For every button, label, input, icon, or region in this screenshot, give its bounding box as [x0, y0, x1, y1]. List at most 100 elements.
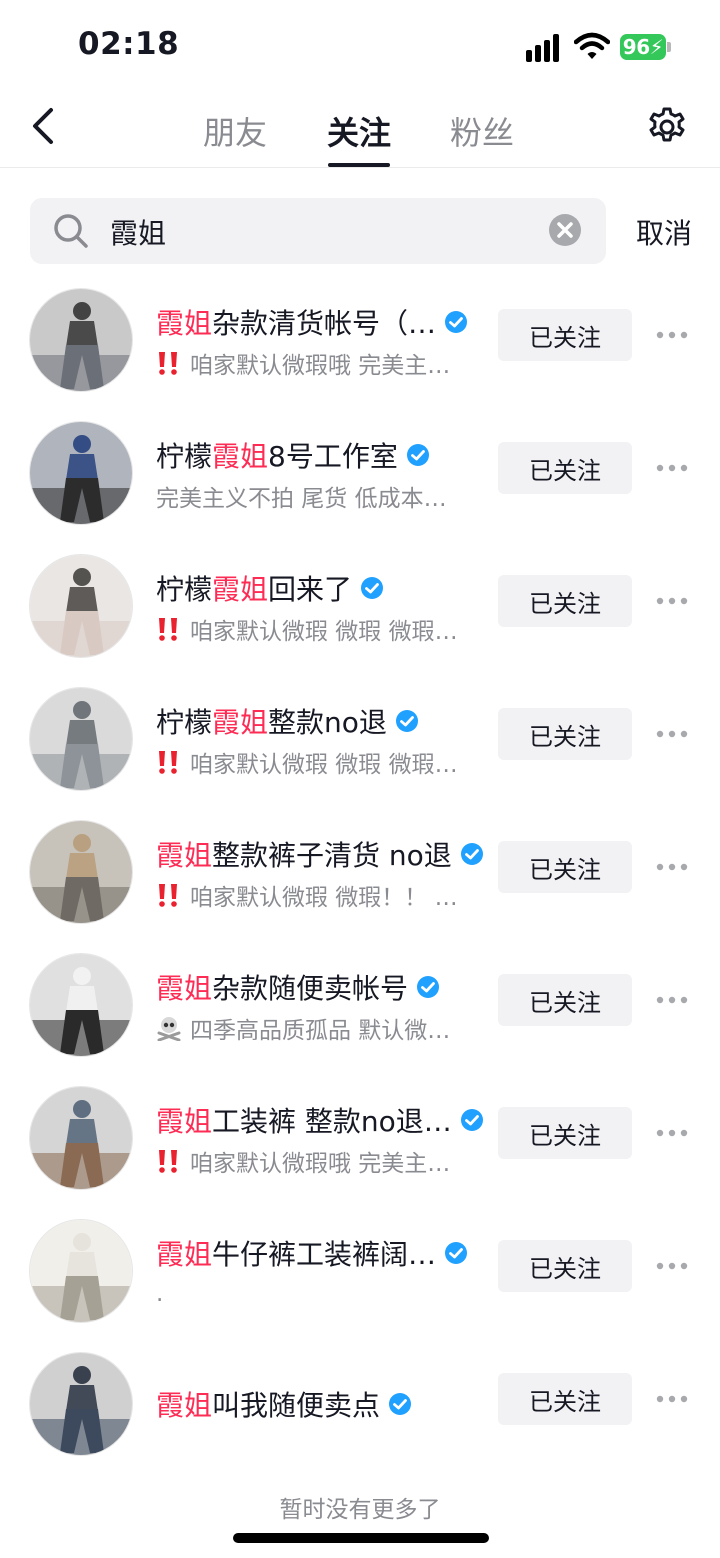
following-status-button[interactable]: 已关注 — [498, 309, 632, 361]
user-row[interactable]: 柠檬 霞姐 8号工作室完美主义不拍 尾货 低成本… 已关注 — [0, 421, 720, 554]
following-status-button[interactable]: 已关注 — [498, 442, 632, 494]
user-row[interactable]: 霞姐 工装裤 整款no退… 咱家默认微瑕哦 完美主… 已关注 — [0, 1086, 720, 1219]
avatar[interactable] — [29, 820, 133, 924]
user-row[interactable]: 柠檬 霞姐 整款no退咱家默认微瑕 微瑕 微瑕… 已关注 — [0, 687, 720, 820]
following-status-button[interactable]: 已关注 — [498, 575, 632, 627]
avatar[interactable] — [29, 1219, 133, 1323]
user-bio: 四季高品质孤品 默认微… — [156, 1011, 450, 1045]
tab-friends[interactable]: 朋友 — [190, 108, 280, 154]
user-name[interactable]: 霞姐 整款裤子清货 no退 — [156, 834, 484, 874]
user-name-rest: 牛仔裤工装裤阔… — [212, 1238, 437, 1271]
user-name[interactable]: 霞姐 叫我随便卖点 — [156, 1384, 412, 1424]
user-bio: 咱家默认微瑕哦 完美主… — [156, 346, 450, 380]
user-bio-text: . — [156, 1281, 164, 1307]
verified-badge-icon — [395, 710, 418, 732]
battery-tip — [667, 42, 671, 52]
user-name-rest: 工装裤 整款no退… — [212, 1105, 452, 1138]
user-name-rest: 8号工作室 — [268, 440, 398, 473]
user-row[interactable]: 霞姐 叫我随便卖点 已关注 — [0, 1352, 720, 1485]
avatar[interactable] — [29, 1352, 133, 1456]
active-tab-indicator — [328, 163, 390, 167]
following-status-button[interactable]: 已关注 — [498, 841, 632, 893]
more-options-icon[interactable] — [655, 1393, 689, 1405]
double-exclamation-icon — [159, 884, 177, 907]
user-name-rest: 杂款清货帐号（… — [212, 307, 437, 340]
verified-badge-icon — [445, 311, 468, 333]
verified-badge-icon — [460, 1109, 483, 1131]
search-input-value[interactable]: 霞姐 — [110, 212, 166, 252]
search-match-highlight: 霞姐 — [212, 440, 269, 473]
avatar[interactable] — [29, 953, 133, 1057]
user-row[interactable]: 霞姐 杂款清货帐号（… 咱家默认微瑕哦 完美主… 已关注 — [0, 288, 720, 421]
tab-following[interactable]: 关注 — [314, 108, 404, 154]
user-bio: 完美主义不拍 尾货 低成本… — [156, 479, 447, 513]
following-status-button[interactable]: 已关注 — [498, 1240, 632, 1292]
tab-followers[interactable]: 粉丝 — [437, 108, 527, 154]
verified-badge-icon — [445, 1242, 468, 1264]
user-name[interactable]: 柠檬 霞姐 整款no退 — [156, 701, 419, 741]
more-options-icon[interactable] — [655, 1260, 689, 1272]
avatar[interactable] — [29, 687, 133, 791]
user-name-rest: 叫我随便卖点 — [212, 1389, 381, 1422]
following-status-button[interactable]: 已关注 — [498, 708, 632, 760]
cancel-search-button[interactable]: 取消 — [636, 212, 692, 252]
more-options-icon[interactable] — [655, 994, 689, 1006]
more-options-icon[interactable] — [655, 861, 689, 873]
user-name-rest: 整款no退 — [268, 706, 387, 739]
user-name-rest: 杂款随便卖帐号 — [212, 972, 409, 1005]
cellular-signal-icon — [526, 32, 564, 62]
more-options-icon[interactable] — [655, 329, 689, 341]
user-name[interactable]: 柠檬 霞姐 回来了 — [156, 568, 384, 608]
user-name-prefix: 柠檬 — [156, 440, 213, 473]
user-bio-text: 咱家默认微瑕 微瑕 微瑕… — [190, 619, 458, 645]
more-options-icon[interactable] — [655, 1127, 689, 1139]
user-name[interactable]: 霞姐 杂款清货帐号（… — [156, 302, 468, 342]
user-bio-text: 咱家默认微瑕 微瑕！！ … — [190, 885, 458, 911]
top-tab-bar: 朋友 关注 粉丝 — [0, 90, 720, 168]
search-icon — [54, 214, 88, 248]
user-name[interactable]: 柠檬 霞姐 8号工作室 — [156, 435, 430, 475]
user-bio: 咱家默认微瑕 微瑕 微瑕… — [156, 612, 458, 646]
double-exclamation-icon — [159, 618, 177, 641]
user-name-rest: 回来了 — [268, 573, 353, 606]
user-row[interactable]: 霞姐 整款裤子清货 no退咱家默认微瑕 微瑕！！ … 已关注 — [0, 820, 720, 953]
user-row[interactable]: 柠檬 霞姐 回来了咱家默认微瑕 微瑕 微瑕… 已关注 — [0, 554, 720, 687]
more-options-icon[interactable] — [655, 595, 689, 607]
avatar[interactable] — [29, 288, 133, 392]
verified-badge-icon — [417, 976, 440, 998]
verified-badge-icon — [361, 577, 384, 599]
following-status-button[interactable]: 已关注 — [498, 1373, 632, 1425]
user-bio-text: 咱家默认微瑕哦 完美主… — [190, 1151, 451, 1177]
user-bio: 咱家默认微瑕 微瑕 微瑕… — [156, 745, 458, 779]
gear-icon[interactable] — [646, 106, 688, 148]
following-status-button[interactable]: 已关注 — [498, 1107, 632, 1159]
user-bio-text: 完美主义不拍 尾货 低成本… — [156, 486, 447, 512]
clear-search-icon[interactable] — [548, 213, 582, 247]
verified-badge-icon — [406, 444, 429, 466]
search-match-highlight: 霞姐 — [212, 706, 269, 739]
status-time: 02:18 — [78, 26, 180, 62]
user-bio-text: 四季高品质孤品 默认微… — [190, 1018, 451, 1044]
verified-badge-icon — [460, 843, 483, 865]
user-row[interactable]: 霞姐 牛仔裤工装裤阔…. 已关注 — [0, 1219, 720, 1352]
user-row[interactable]: 霞姐 杂款随便卖帐号四季高品质孤品 默认微… 已关注 — [0, 953, 720, 1086]
user-name[interactable]: 霞姐 杂款随便卖帐号 — [156, 967, 440, 1007]
more-options-icon[interactable] — [655, 728, 689, 740]
avatar[interactable] — [29, 1086, 133, 1190]
avatar[interactable] — [29, 554, 133, 658]
user-name[interactable]: 霞姐 牛仔裤工装裤阔… — [156, 1233, 468, 1273]
back-chevron-icon[interactable] — [24, 104, 64, 148]
user-name-rest: 整款裤子清货 no退 — [212, 839, 452, 872]
double-exclamation-icon — [159, 352, 177, 375]
avatar[interactable] — [29, 421, 133, 525]
user-bio: 咱家默认微瑕哦 完美主… — [156, 1144, 450, 1178]
more-options-icon[interactable] — [655, 462, 689, 474]
status-bar: 02:18 96 ⚡ — [0, 0, 720, 90]
search-match-highlight: 霞姐 — [156, 839, 213, 872]
following-status-button[interactable]: 已关注 — [498, 974, 632, 1026]
search-match-highlight: 霞姐 — [156, 972, 213, 1005]
search-match-highlight: 霞姐 — [156, 1105, 213, 1138]
search-field[interactable]: 霞姐 — [30, 198, 606, 264]
battery-icon: 96 ⚡ — [620, 34, 666, 60]
user-name[interactable]: 霞姐 工装裤 整款no退… — [156, 1100, 484, 1140]
